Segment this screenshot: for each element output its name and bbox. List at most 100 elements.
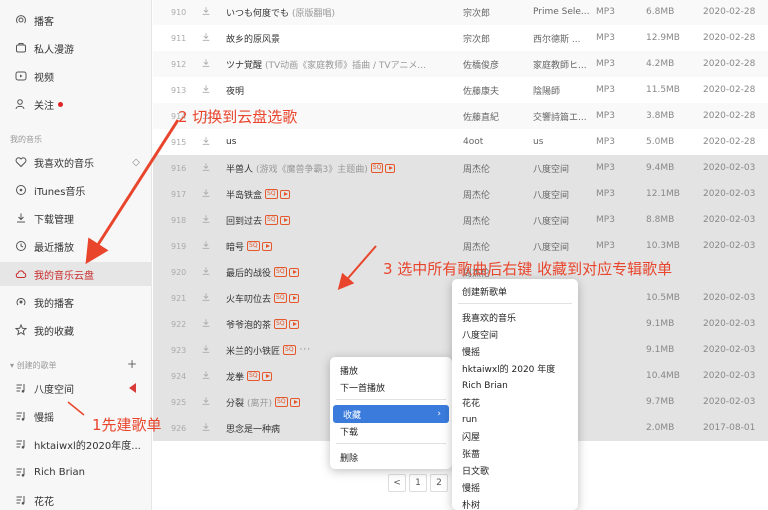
table-row[interactable]: 912 ツナ覚醒 (TV动画《家庭教师》插曲 / TVアニメ... 佐橋俊彦 家庭教師ヒ… [153, 51, 768, 77]
download-icon[interactable] [201, 32, 211, 45]
song-album[interactable]: 八度空间 [533, 214, 569, 227]
menu-item-play[interactable]: 播放 [330, 361, 452, 379]
download-icon[interactable] [201, 370, 211, 383]
song-album[interactable]: 八度空间 [533, 188, 569, 201]
download-icon[interactable] [201, 136, 211, 149]
sidebar-item-my-podcast[interactable]: 我的播客 [0, 290, 152, 314]
submenu-playlist-item[interactable]: Rich Brian [452, 377, 578, 394]
download-icon[interactable] [201, 292, 211, 305]
download-icon[interactable] [201, 6, 211, 19]
sidebar-item-liked[interactable]: 我喜欢的音乐 ◇ [0, 150, 152, 174]
song-album[interactable]: 八度空间 [533, 240, 569, 253]
submenu-playlist-item[interactable]: 张蔷 [452, 445, 578, 462]
diamond-icon[interactable]: ◇ [132, 157, 140, 168]
sidebar-item-podcast[interactable]: 播客 [0, 8, 152, 32]
mv-icon[interactable] [261, 241, 272, 251]
download-icon [14, 211, 28, 225]
submenu-playlist-item[interactable]: 八度空间 [452, 326, 578, 343]
song-artist[interactable]: 周杰伦 [463, 214, 490, 227]
table-row[interactable]: 910 いつも何度でも (原版翻唱) 宗次郎 Prime Sele... MP3 6.8MB… [153, 0, 768, 25]
submenu-playlist-item[interactable]: 慢摇 [452, 343, 578, 360]
download-icon[interactable] [201, 214, 211, 227]
song-artist[interactable]: 宗次郎 [463, 6, 490, 19]
download-icon[interactable] [201, 318, 211, 331]
table-row[interactable]: 913 夜明 佐藤康夫 陰陽師 MP3 11.5MB 2020-02-28 [153, 77, 768, 103]
song-artist[interactable]: 周杰伦 [463, 162, 490, 175]
song-album[interactable]: 交響詩篇エ... [533, 110, 587, 123]
song-subtitle: (原版翻唱) [292, 8, 336, 19]
prev-page-button[interactable]: < [388, 474, 406, 492]
submenu-playlist-item[interactable]: 我喜欢的音乐 [452, 309, 578, 326]
sidebar-item-video[interactable]: 视频 [0, 64, 152, 88]
song-date: 2020-02-03 [703, 397, 756, 407]
song-album[interactable]: 西尔德斯 ... [533, 32, 580, 45]
song-artist[interactable]: 佐藤康夫 [463, 84, 499, 97]
add-playlist-button[interactable]: + [127, 357, 137, 371]
sidebar-item-itunes[interactable]: iTunes音乐 [0, 178, 152, 202]
sidebar-item-recent[interactable]: 最近播放 [0, 234, 152, 258]
song-artist[interactable]: 4oot [463, 137, 483, 147]
mv-icon[interactable] [289, 397, 300, 407]
download-icon[interactable] [201, 58, 211, 71]
song-album[interactable]: Prime Sele... [533, 7, 590, 17]
table-row[interactable]: 911 故乡的原风景 宗次郎 西尔德斯 ... MP3 12.9MB 2020-02-28 [153, 25, 768, 51]
more-icon[interactable]: ··· [300, 345, 312, 355]
submenu-create-playlist[interactable]: 创建新歌单 [452, 283, 578, 300]
table-row[interactable]: 916 半兽人 (游戏《魔兽争霸3》主题曲) SQ 周杰伦 八度空间 MP3 9.4MB 202… [153, 155, 768, 181]
sidebar-item-roam[interactable]: 私人漫游 [0, 36, 152, 60]
submenu-playlist-item[interactable]: 花花 [452, 394, 578, 411]
menu-item-play-next[interactable]: 下一首播放 [330, 378, 452, 396]
mv-icon[interactable] [261, 371, 272, 381]
song-artist[interactable]: 宗次郎 [463, 32, 490, 45]
song-album[interactable]: us [533, 137, 543, 147]
download-icon[interactable] [201, 162, 211, 175]
download-icon[interactable] [201, 422, 211, 435]
page-2-button[interactable]: 2 [430, 474, 448, 492]
submenu-playlist-item[interactable]: run [452, 411, 578, 428]
mv-icon[interactable] [288, 319, 299, 329]
mv-icon[interactable] [385, 163, 396, 173]
song-title: 暗号 [226, 242, 245, 253]
mv-icon[interactable] [279, 189, 290, 199]
song-date: 2020-02-03 [703, 345, 756, 355]
song-album[interactable]: 八度空间 [533, 162, 569, 175]
table-row[interactable]: 918 回到过去 SQ 周杰伦 八度空间 MP3 8.8MB 2020-02-03 [153, 207, 768, 233]
mv-icon[interactable] [288, 267, 299, 277]
mv-icon[interactable] [279, 215, 290, 225]
song-artist[interactable]: 周杰伦 [463, 188, 490, 201]
table-row[interactable]: 915 us 4oot us MP3 5.0MB 2020-02-28 [153, 129, 768, 155]
table-row[interactable]: 919 暗号 SQ 周杰伦 八度空间 MP3 10.3MB 2020-02-03 [153, 233, 768, 259]
menu-item-delete[interactable]: 删除 [330, 448, 452, 466]
page-1-button[interactable]: 1 [409, 474, 427, 492]
mv-icon[interactable] [288, 293, 299, 303]
sidebar-item-collection[interactable]: 我的收藏 [0, 318, 152, 342]
download-icon[interactable] [201, 84, 211, 97]
playlist-item[interactable]: hktaiwxl的2020年度... [0, 432, 152, 456]
download-icon[interactable] [201, 344, 211, 357]
playlist-item[interactable]: 八度空间 [0, 376, 152, 400]
submenu-playlist-item[interactable]: hktaiwxl的 2020 年度 [452, 360, 578, 377]
submenu-playlist-item[interactable]: 日文歌 [452, 462, 578, 479]
song-album[interactable]: 陰陽師 [533, 84, 560, 97]
download-icon[interactable] [201, 266, 211, 279]
menu-item-download[interactable]: 下载 [330, 422, 452, 440]
sidebar-item-cloud[interactable]: 我的音乐云盘 [0, 262, 152, 286]
sidebar-item-downloads[interactable]: 下载管理 [0, 206, 152, 230]
menu-item-collect[interactable]: 收藏 › [333, 405, 449, 423]
download-icon[interactable] [201, 396, 211, 409]
download-icon[interactable] [201, 188, 211, 201]
submenu-playlist-item[interactable]: 闪屋 [452, 428, 578, 445]
playlist-item[interactable]: Rich Brian [0, 460, 152, 484]
song-artist[interactable]: 佐橋俊彦 [463, 58, 499, 71]
sidebar-item-follow[interactable]: 关注 [0, 92, 152, 116]
song-album[interactable]: 家庭教師ヒ... [533, 58, 587, 71]
song-artist[interactable]: 周杰伦 [463, 240, 490, 253]
playlist-item[interactable]: 花花 [0, 488, 152, 510]
pointer-caret-icon [129, 383, 136, 393]
song-artist[interactable]: 佐藤直紀 [463, 110, 499, 123]
submenu-playlist-item[interactable]: 慢摇 [452, 479, 578, 496]
table-row[interactable]: 917 半岛铁盒 SQ 周杰伦 八度空间 MP3 12.1MB 2020-02-03 [153, 181, 768, 207]
download-icon[interactable] [201, 240, 211, 253]
submenu-playlist-item[interactable]: 朴树 [452, 496, 578, 510]
sq-badge: SQ [283, 345, 296, 355]
